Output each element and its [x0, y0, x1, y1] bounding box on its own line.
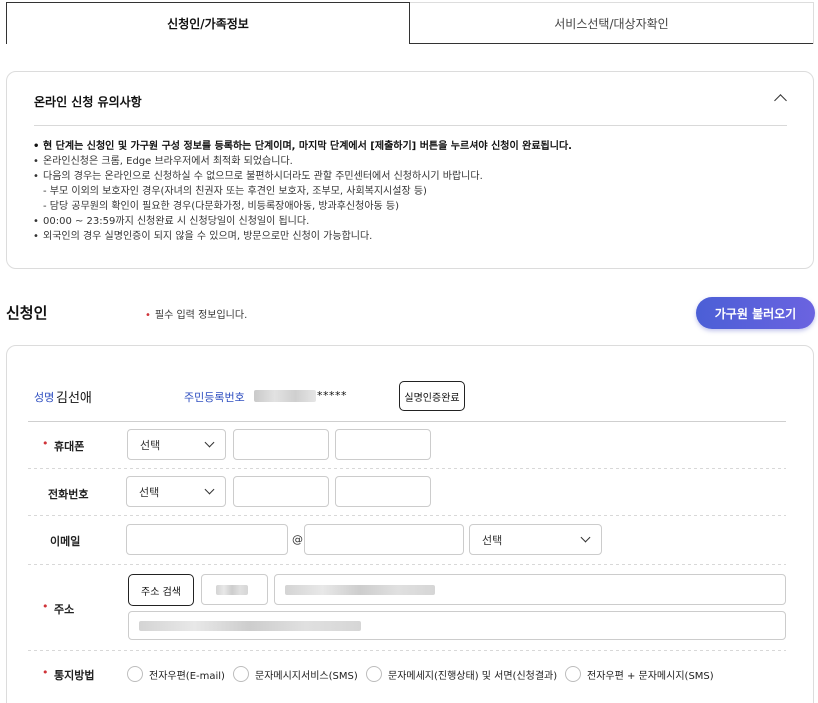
radio-circle-icon[interactable] — [233, 666, 249, 682]
notice-divider — [34, 125, 787, 126]
notice-list: 현 단계는 신청인 및 가구원 구성 정보를 등록하는 단계이며, 마지막 단계… — [33, 139, 572, 244]
radio-circle-icon[interactable] — [127, 666, 143, 682]
rrn-suffix: ***** — [317, 389, 347, 402]
mobile-prefix-value: 선택 — [140, 438, 161, 452]
row-divider — [28, 468, 786, 469]
radio-circle-icon[interactable] — [565, 666, 581, 682]
row-divider — [28, 421, 786, 422]
required-mark: • — [145, 310, 151, 321]
row-divider — [28, 515, 786, 516]
required-mark: • — [42, 600, 49, 613]
chevron-down-icon — [204, 484, 215, 495]
notify-option-sms[interactable]: 문자메시지서비스(SMS) — [233, 665, 358, 683]
required-mark: • — [42, 437, 49, 450]
applicant-name: 김선애 — [56, 391, 92, 406]
address-search-button[interactable]: 주소 검색 — [128, 574, 194, 606]
email-domain-value: 선택 — [482, 533, 503, 547]
zipcode-field[interactable] — [201, 574, 268, 605]
notify-option-email[interactable]: 전자우편(E-mail) — [127, 665, 225, 683]
tab-service-selection[interactable]: 서비스선택/대상자확인 — [410, 2, 814, 44]
load-family-button[interactable]: 가구원 불러오기 — [696, 297, 815, 329]
notice-subitem: - 부모 이외의 보호자인 경우(자녀의 친권자 또는 후견인 보호자, 조부모… — [43, 186, 427, 197]
required-mark: • — [42, 666, 49, 679]
phone-prefix-select[interactable]: 선택 — [126, 476, 226, 507]
phone-last-input[interactable] — [335, 476, 431, 507]
address-label: 주소 — [54, 603, 75, 616]
notice-item: 현 단계는 신청인 및 가구원 구성 정보를 등록하는 단계이며, 마지막 단계… — [33, 139, 572, 154]
chevron-up-icon[interactable] — [774, 94, 787, 107]
notify-label: 통지방법 — [54, 669, 95, 682]
notice-title: 온라인 신청 유의사항 — [34, 95, 142, 109]
rrn-masked-value — [254, 390, 316, 402]
rrn-label: 주민등록번호 — [184, 391, 245, 404]
email-label: 이메일 — [50, 535, 81, 548]
address-main-field[interactable] — [274, 574, 786, 605]
email-at-symbol: @ — [292, 533, 303, 546]
mobile-label: 휴대폰 — [54, 440, 85, 453]
chevron-down-icon — [580, 532, 591, 543]
radio-circle-icon[interactable] — [366, 666, 382, 682]
notify-option-sms-mail[interactable]: 문자메세지(진행상태) 및 서면(신청결과) — [366, 665, 557, 683]
notice-item: 외국인의 경우 실명인증이 되지 않을 수 있으며, 방문으로만 신청이 가능합… — [33, 229, 572, 244]
notice-item: 00:00 ~ 23:59까지 신청완료 시 신청당일이 신청일이 됩니다. — [33, 214, 572, 229]
section-title: 신청인 — [6, 304, 48, 322]
notify-option-label: 전자우편 + 문자메시지(SMS) — [587, 670, 714, 682]
notice-panel: 온라인 신청 유의사항 현 단계는 신청인 및 가구원 구성 정보를 등록하는 … — [6, 71, 814, 269]
row-divider — [28, 650, 786, 651]
email-domain-select[interactable]: 선택 — [469, 524, 602, 555]
phone-label: 전화번호 — [48, 488, 89, 501]
required-note: • 필수 입력 정보입니다. — [145, 306, 247, 321]
tab-applicant-family[interactable]: 신청인/가족정보 — [6, 2, 410, 44]
notice-item: 다음의 경우는 온라인으로 신청하실 수 없으므로 불편하시더라도 관할 주민센… — [33, 169, 572, 184]
mobile-middle-input[interactable] — [233, 429, 329, 460]
notify-option-email-sms[interactable]: 전자우편 + 문자메시지(SMS) — [565, 665, 714, 683]
notice-item: 온라인신청은 크롬, Edge 브라우저에서 최적화 되었습니다. — [33, 154, 572, 169]
email-id-input[interactable] — [126, 524, 288, 555]
row-divider — [28, 564, 786, 565]
required-note-text: 필수 입력 정보입니다. — [154, 310, 248, 321]
notify-option-label: 문자메세지(진행상태) 및 서면(신청결과) — [388, 670, 558, 682]
name-label: 성명 — [34, 391, 55, 404]
tab-bar: 신청인/가족정보 서비스선택/대상자확인 — [0, 0, 818, 45]
chevron-down-icon — [204, 437, 215, 448]
mobile-last-input[interactable] — [335, 429, 431, 460]
mobile-prefix-select[interactable]: 선택 — [127, 429, 226, 460]
notify-option-label: 문자메시지서비스(SMS) — [255, 670, 358, 682]
verify-complete-button[interactable]: 실명인증완료 — [399, 381, 465, 411]
phone-prefix-value: 선택 — [139, 485, 160, 499]
notify-option-label: 전자우편(E-mail) — [149, 670, 225, 682]
address-detail-field[interactable] — [128, 611, 786, 640]
email-domain-input[interactable] — [304, 524, 464, 555]
phone-middle-input[interactable] — [233, 476, 329, 507]
notice-subitem: - 담당 공무원의 확인이 필요한 경우(다문화가정, 비등록장애아동, 방과후… — [43, 201, 399, 212]
